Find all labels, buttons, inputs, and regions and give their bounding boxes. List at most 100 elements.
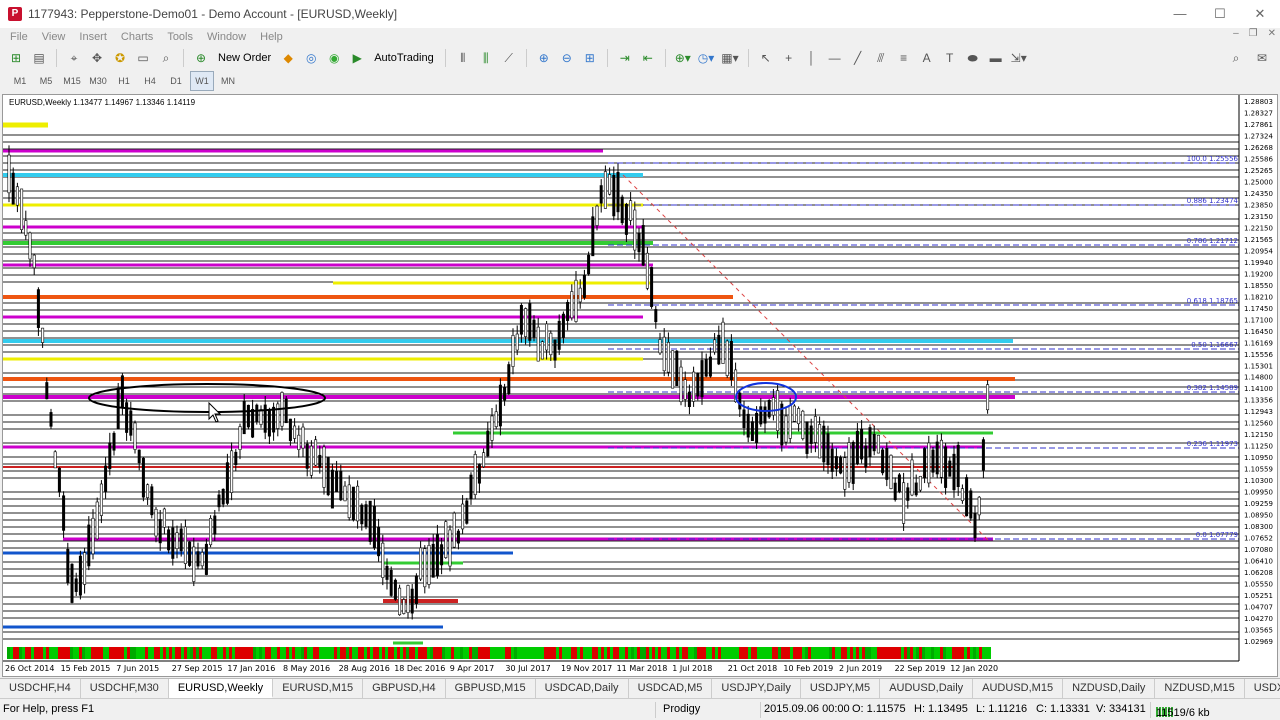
terminal-icon[interactable]: ▭ xyxy=(133,48,153,68)
text-tool-icon[interactable]: A xyxy=(917,48,937,68)
chart-tab[interactable]: AUDUSD,M15 xyxy=(973,679,1064,698)
horizontal-line-icon[interactable]: — xyxy=(825,48,845,68)
chat-icon[interactable]: ✉ xyxy=(1252,48,1272,68)
timeframe-h4[interactable]: H4 xyxy=(138,72,162,90)
chart-tab[interactable]: EURUSD,M15 xyxy=(273,679,364,698)
chart-shift-icon[interactable]: ⇤ xyxy=(638,48,658,68)
autotrading-button[interactable]: AutoTrading xyxy=(370,52,438,64)
child-restore-icon[interactable]: ❐ xyxy=(1249,28,1258,39)
strategy-tester-icon[interactable]: ⌕ xyxy=(156,48,176,68)
status-divider xyxy=(1150,702,1151,718)
minimize-button[interactable]: — xyxy=(1160,0,1200,28)
candle-body xyxy=(666,342,670,373)
fibonacci-icon[interactable]: ≡ xyxy=(894,48,914,68)
equidistant-channel-icon[interactable]: ⫻ xyxy=(871,48,891,68)
signals-icon[interactable]: ◎ xyxy=(301,48,321,68)
child-close-icon[interactable]: ✕ xyxy=(1268,28,1276,39)
crosshair-icon[interactable]: + xyxy=(779,48,799,68)
timeframe-m30[interactable]: M30 xyxy=(86,72,110,90)
navigator-icon[interactable]: ✪ xyxy=(110,48,130,68)
toolbar-divider xyxy=(525,49,527,67)
menu-tools[interactable]: Tools xyxy=(167,31,193,43)
timeframe-m15[interactable]: M15 xyxy=(60,72,84,90)
candle-body xyxy=(599,185,603,204)
chart-tab[interactable]: USDJPY,Daily xyxy=(712,679,801,698)
chart-tab[interactable]: GBPUSD,H4 xyxy=(363,679,446,698)
indicator-bar xyxy=(166,647,169,659)
child-minimize-icon[interactable]: – xyxy=(1233,28,1239,39)
cursor-icon[interactable]: ↖ xyxy=(756,48,776,68)
arrows-icon[interactable]: ⇲▾ xyxy=(1009,48,1029,68)
maximize-button[interactable]: ☐ xyxy=(1200,0,1240,28)
indicator-bar xyxy=(667,647,670,659)
candlestick-icon[interactable]: ⫼ xyxy=(476,48,496,68)
chart-tab[interactable]: EURUSD,Weekly xyxy=(168,679,274,698)
chart-tab[interactable]: USDCHF,H4 xyxy=(0,679,81,698)
candle-body xyxy=(87,524,91,567)
market-icon[interactable]: ◉ xyxy=(324,48,344,68)
chart-tab[interactable]: USDCHF,M30 xyxy=(81,679,169,698)
zoom-out-icon[interactable]: ⊖ xyxy=(557,48,577,68)
new-chart-icon[interactable]: ⊞ xyxy=(6,48,26,68)
candle-body xyxy=(330,469,334,509)
text-label-icon[interactable]: T xyxy=(940,48,960,68)
chart-tab[interactable]: AUDUSD,Daily xyxy=(880,679,974,698)
zoom-in-icon[interactable]: ⊕ xyxy=(534,48,554,68)
candle-body xyxy=(381,542,385,578)
candle-body xyxy=(729,340,733,380)
menu-charts[interactable]: Charts xyxy=(121,31,153,43)
search-icon[interactable]: ⌕ xyxy=(1226,48,1246,68)
new-order-icon[interactable]: ⊕ xyxy=(191,48,211,68)
price-axis-label: 1.23150 xyxy=(1244,213,1273,221)
chart-window[interactable]: 100.0 1.25556 0.886 1.23474 0.786 1.21712 0… xyxy=(2,94,1278,677)
candle-body xyxy=(448,529,452,567)
indicator-bar xyxy=(688,647,691,659)
indicators-icon[interactable]: ⊕▾ xyxy=(673,48,693,68)
autotrading-icon[interactable]: ▶ xyxy=(347,48,367,68)
indicator-bar xyxy=(919,647,922,659)
candle-body xyxy=(368,500,372,542)
new-order-button[interactable]: New Order xyxy=(214,52,275,64)
chart-tab[interactable]: USDX,Weekly xyxy=(1245,679,1280,698)
trendline-icon[interactable]: ╱ xyxy=(848,48,868,68)
candle-body xyxy=(461,503,465,530)
close-button[interactable]: ✕ xyxy=(1240,0,1280,28)
periods-icon[interactable]: ◷▾ xyxy=(696,48,717,68)
timeframe-m5[interactable]: M5 xyxy=(34,72,58,90)
templates-icon[interactable]: ▦▾ xyxy=(719,48,740,68)
timeframe-w1[interactable]: W1 xyxy=(190,71,214,91)
timeframe-d1[interactable]: D1 xyxy=(164,72,188,90)
ellipse-icon[interactable]: ⬬ xyxy=(963,48,983,68)
indicator-bar xyxy=(838,647,841,659)
menu-view[interactable]: View xyxy=(42,31,66,43)
line-chart-icon[interactable]: ⟋ xyxy=(499,48,519,68)
price-chart[interactable]: 100.0 1.25556 0.886 1.23474 0.786 1.21712 0… xyxy=(3,95,1278,677)
chart-tab[interactable]: NZDUSD,Daily xyxy=(1063,679,1156,698)
rectangle-icon[interactable]: ▬ xyxy=(986,48,1006,68)
metaeditor-icon[interactable]: ◆ xyxy=(278,48,298,68)
autoscroll-icon[interactable]: ⇥ xyxy=(615,48,635,68)
timeframe-h1[interactable]: H1 xyxy=(112,72,136,90)
timeframe-mn[interactable]: MN xyxy=(216,72,240,90)
data-window-icon[interactable]: ✥ xyxy=(87,48,107,68)
timeframe-m1[interactable]: M1 xyxy=(8,72,32,90)
market-watch-icon[interactable]: ⌖ xyxy=(64,48,84,68)
profiles-icon[interactable]: ▤ xyxy=(29,48,49,68)
indicator-bar xyxy=(955,647,958,659)
vertical-line-icon[interactable]: │ xyxy=(802,48,822,68)
menu-file[interactable]: File xyxy=(10,31,28,43)
chart-tab[interactable]: USDCAD,M5 xyxy=(629,679,713,698)
candle-body xyxy=(582,274,586,298)
bar-chart-icon[interactable]: ⫴ xyxy=(453,48,473,68)
indicator-bar xyxy=(43,647,46,659)
chart-tab[interactable]: USDJPY,M5 xyxy=(801,679,881,698)
chart-tab[interactable]: NZDUSD,M15 xyxy=(1155,679,1245,698)
menu-help[interactable]: Help xyxy=(260,31,283,43)
chart-tab[interactable]: USDCAD,Daily xyxy=(536,679,629,698)
tile-windows-icon[interactable]: ⊞ xyxy=(580,48,600,68)
price-axis-label: 1.10300 xyxy=(1244,477,1273,485)
chart-tab[interactable]: GBPUSD,M15 xyxy=(446,679,536,698)
indicator-bar xyxy=(391,647,394,659)
menu-window[interactable]: Window xyxy=(207,31,246,43)
menu-insert[interactable]: Insert xyxy=(79,31,107,43)
